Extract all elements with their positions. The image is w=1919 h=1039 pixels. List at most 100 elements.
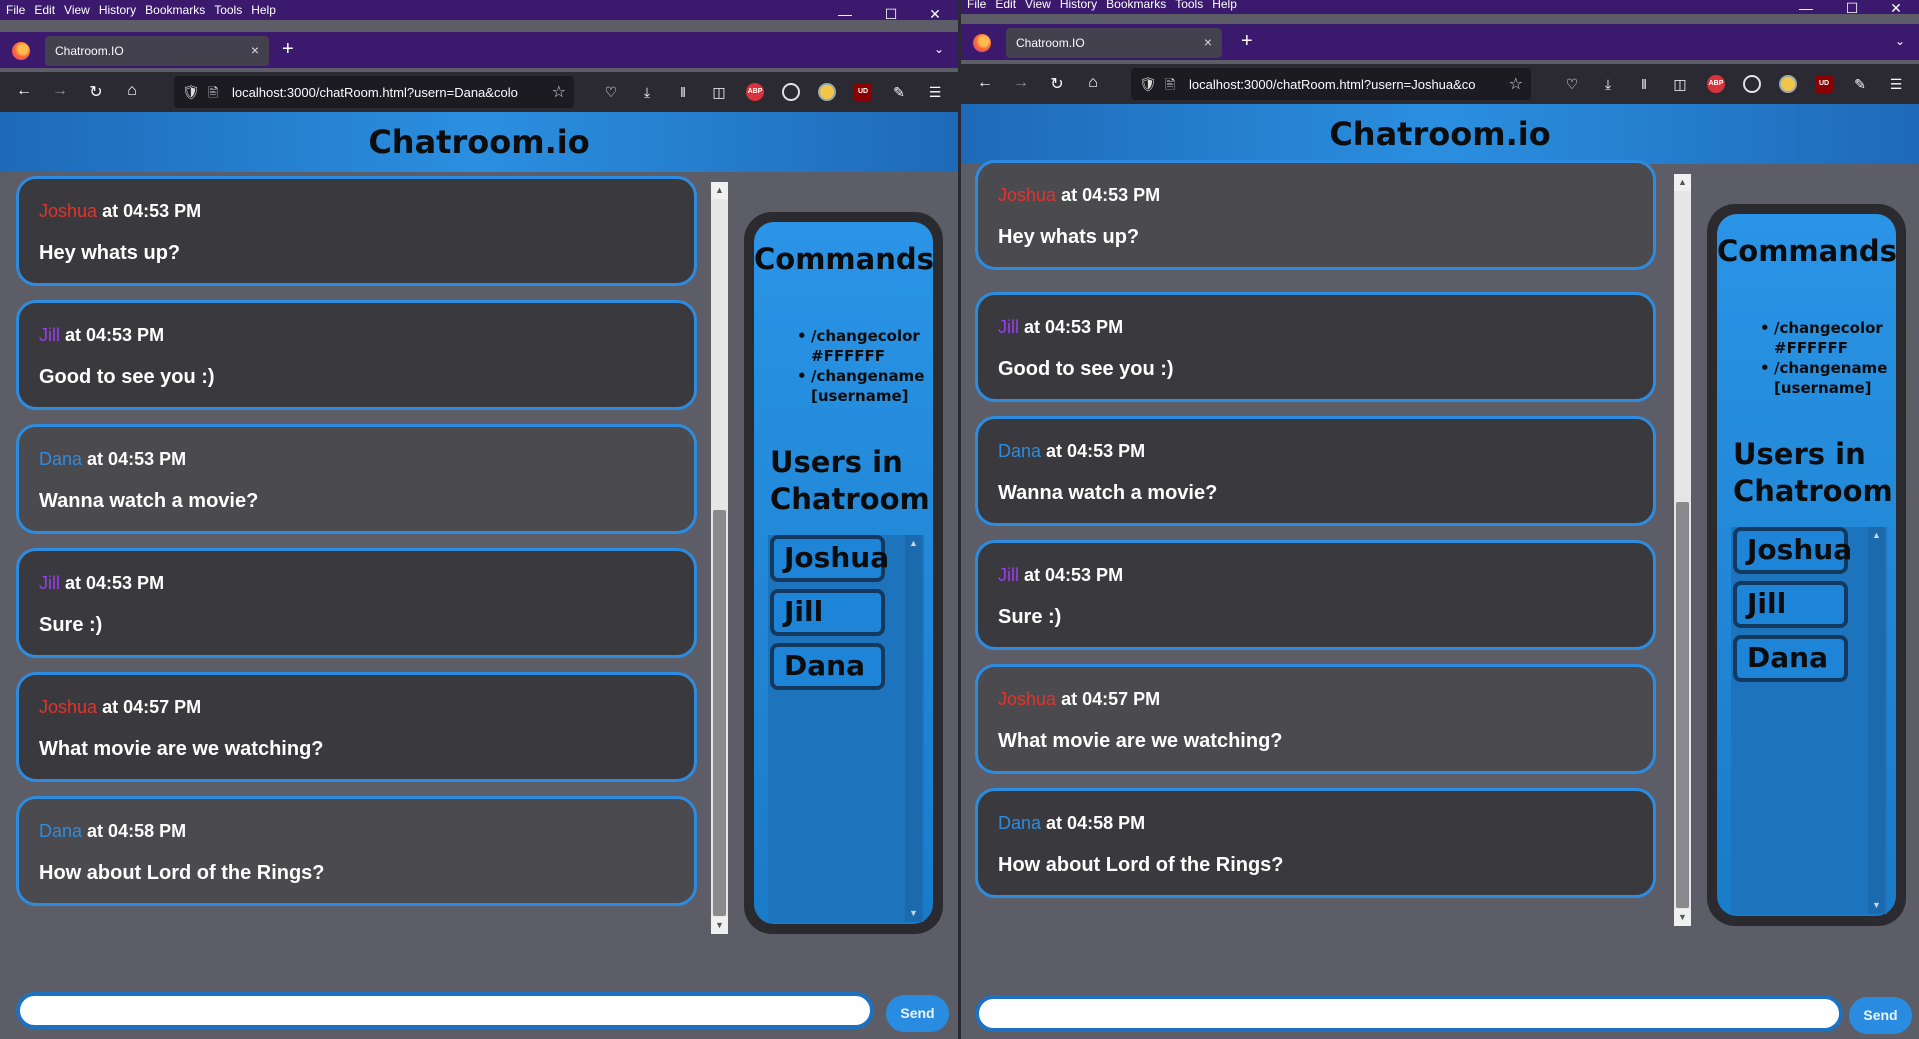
extension-owl-icon[interactable] — [1779, 75, 1797, 93]
commands-list: /changecolor #FFFFFF /changename [userna… — [797, 326, 924, 406]
hamburger-menu-icon[interactable]: ☰ — [1887, 75, 1905, 93]
sidebar-icon[interactable]: ◫ — [1671, 75, 1689, 93]
close-window-button[interactable]: ✕ — [1873, 0, 1919, 22]
globe-icon[interactable] — [782, 83, 800, 101]
message-item: Joshua at 04:53 PM Hey whats up? — [16, 176, 697, 286]
pocket-icon[interactable]: ♡ — [1563, 75, 1581, 93]
tab-list-chevron-icon[interactable]: ⌄ — [934, 42, 944, 56]
menu-edit[interactable]: Edit — [995, 0, 1016, 11]
message-meta: Joshua at 04:53 PM — [39, 201, 201, 222]
extension-owl-icon[interactable] — [818, 83, 836, 101]
scroll-down-icon[interactable]: ▼ — [711, 917, 728, 934]
new-tab-button[interactable]: + — [1241, 30, 1253, 53]
commands-heading: Commands — [1717, 234, 1897, 268]
scroll-up-icon[interactable]: ▲ — [1674, 174, 1691, 191]
user-item: Dana — [1733, 635, 1848, 682]
message-input[interactable] — [16, 992, 874, 1029]
hamburger-menu-icon[interactable]: ☰ — [926, 83, 944, 101]
send-button[interactable]: Send — [1849, 997, 1912, 1034]
shield-icon[interactable]: 🛡 — [1139, 76, 1157, 93]
menu-file[interactable]: File — [967, 0, 986, 11]
tab-chatroom[interactable]: Chatroom.IO × — [1006, 28, 1222, 58]
tab-list-chevron-icon[interactable]: ⌄ — [1895, 34, 1905, 48]
reload-button[interactable]: ↻ — [1046, 74, 1068, 94]
user-list-scrollbar[interactable]: ▲ ▼ — [1868, 527, 1885, 914]
home-button[interactable]: ⌂ — [1082, 74, 1104, 92]
message-time: at 04:53 PM — [65, 325, 165, 345]
url-bar[interactable]: 🛡 🖹 localhost:3000/chatRoom.html?usern=D… — [174, 76, 574, 108]
menu-edit[interactable]: Edit — [34, 3, 55, 17]
message-item: Jill at 04:53 PM Good to see you :) — [16, 300, 697, 410]
menu-file[interactable]: File — [6, 3, 25, 17]
scroll-thumb[interactable] — [713, 510, 726, 916]
url-bar[interactable]: 🛡 🖹 localhost:3000/chatRoom.html?usern=J… — [1131, 68, 1531, 100]
scroll-up-icon[interactable]: ▲ — [1868, 527, 1885, 544]
scroll-up-icon[interactable]: ▲ — [711, 182, 728, 199]
tab-chatroom[interactable]: Chatroom.IO × — [45, 36, 269, 66]
nav-bar: ← → ↻ ⌂ 🛡 🖹 localhost:3000/chatRoom.html… — [961, 64, 1919, 104]
message-time: at 04:53 PM — [65, 573, 165, 593]
back-button[interactable]: ← — [13, 82, 35, 100]
globe-icon[interactable] — [1743, 75, 1761, 93]
scroll-down-icon[interactable]: ▼ — [1868, 897, 1885, 914]
message-input[interactable] — [975, 995, 1843, 1032]
menu-help[interactable]: Help — [1212, 0, 1237, 11]
shield-icon[interactable]: 🛡 — [182, 84, 200, 101]
extensions-puzzle-icon[interactable]: ✎ — [1851, 75, 1869, 93]
download-icon[interactable]: ⤓ — [1599, 75, 1617, 93]
ublock-icon[interactable]: UD — [1815, 75, 1833, 93]
bookmark-star-icon[interactable]: ☆ — [1509, 74, 1523, 94]
nav-bar: ← → ↻ ⌂ 🛡 🖹 localhost:3000/chatRoom.html… — [0, 72, 958, 112]
download-icon[interactable]: ⤓ — [638, 83, 656, 101]
message-text: Good to see you :) — [998, 358, 1174, 380]
scroll-down-icon[interactable]: ▼ — [905, 905, 922, 922]
bookmark-star-icon[interactable]: ☆ — [552, 82, 566, 102]
library-icon[interactable]: ‖ — [1635, 75, 1653, 93]
adblock-icon[interactable]: ABP — [746, 83, 764, 101]
close-window-button[interactable]: ✕ — [912, 0, 958, 28]
tab-close-icon[interactable]: × — [251, 42, 259, 58]
forward-button[interactable]: → — [49, 82, 71, 100]
scroll-up-icon[interactable]: ▲ — [905, 535, 922, 552]
menu-tools[interactable]: Tools — [1175, 0, 1203, 11]
message-item: Joshua at 04:57 PM What movie are we wat… — [975, 664, 1656, 774]
menu-view[interactable]: View — [64, 3, 90, 17]
message-scrollbar[interactable]: ▲ ▼ — [1674, 174, 1691, 926]
new-tab-button[interactable]: + — [282, 38, 294, 61]
library-icon[interactable]: ‖ — [674, 83, 692, 101]
user-list: Joshua Jill Dana ▲ ▼ — [1731, 527, 1887, 914]
message-meta: Dana at 04:58 PM — [998, 813, 1145, 834]
menu-tools[interactable]: Tools — [214, 3, 242, 17]
scroll-thumb[interactable] — [1676, 502, 1689, 908]
ublock-icon[interactable]: UD — [854, 83, 872, 101]
minimize-button[interactable]: — — [1783, 0, 1829, 22]
firefox-icon — [12, 42, 30, 60]
home-button[interactable]: ⌂ — [121, 82, 143, 100]
reload-button[interactable]: ↻ — [85, 82, 107, 102]
tab-close-icon[interactable]: × — [1204, 34, 1212, 50]
menu-bookmarks[interactable]: Bookmarks — [145, 3, 205, 17]
user-list-scrollbar[interactable]: ▲ ▼ — [905, 535, 922, 922]
message-user: Joshua — [39, 697, 98, 717]
menu-bookmarks[interactable]: Bookmarks — [1106, 0, 1166, 11]
message-time: at 04:53 PM — [102, 201, 202, 221]
menu-help[interactable]: Help — [251, 3, 276, 17]
adblock-icon[interactable]: ABP — [1707, 75, 1725, 93]
maximize-button[interactable]: ☐ — [1829, 0, 1875, 22]
pocket-icon[interactable]: ♡ — [602, 83, 620, 101]
scroll-down-icon[interactable]: ▼ — [1674, 909, 1691, 926]
menu-history[interactable]: History — [1060, 0, 1097, 11]
menu-view[interactable]: View — [1025, 0, 1051, 11]
maximize-button[interactable]: ☐ — [868, 0, 914, 28]
extensions-puzzle-icon[interactable]: ✎ — [890, 83, 908, 101]
message-item: Jill at 04:53 PM Good to see you :) — [975, 292, 1656, 402]
sidebar-icon[interactable]: ◫ — [710, 83, 728, 101]
menu-history[interactable]: History — [99, 3, 136, 17]
send-button[interactable]: Send — [886, 995, 949, 1032]
back-button[interactable]: ← — [974, 74, 996, 92]
minimize-button[interactable]: — — [822, 0, 868, 28]
users-heading: Users in Chatroom — [770, 444, 930, 518]
message-time: at 04:58 PM — [87, 821, 187, 841]
forward-button[interactable]: → — [1010, 74, 1032, 92]
message-scrollbar[interactable]: ▲ ▼ — [711, 182, 728, 934]
